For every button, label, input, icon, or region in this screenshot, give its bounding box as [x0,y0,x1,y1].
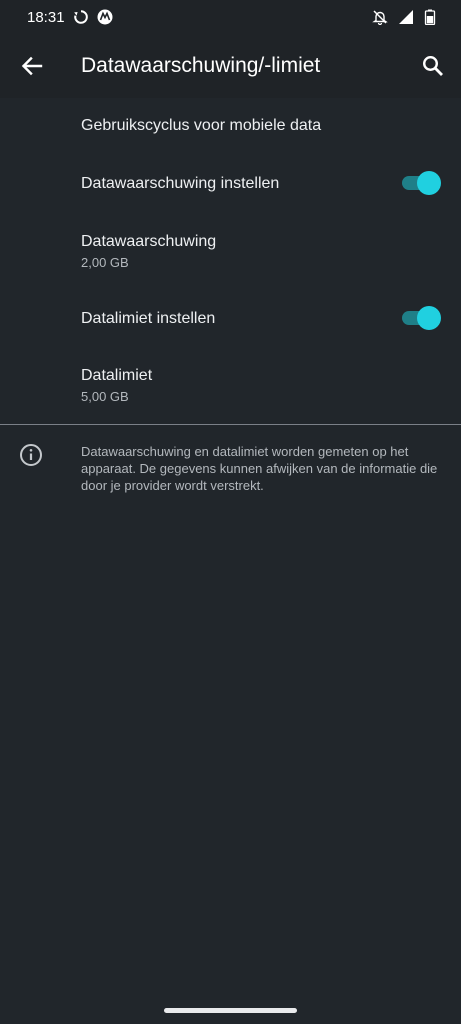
page-title: Datawaarschuwing/-limiet [81,54,321,77]
status-bar: 18:31 [0,0,461,36]
data-limit-value: 5,00 GB [81,389,129,404]
set-data-warning-row[interactable]: Datawaarschuwing instellen [0,156,461,214]
toggle-thumb [417,171,441,195]
app-bar: Datawaarschuwing/-limiet [0,36,461,98]
set-data-limit-title: Datalimiet instellen [81,310,216,327]
data-limit-title: Datalimiet [81,367,153,384]
notifications-off-icon [372,10,388,25]
data-warning-title: Datawaarschuwing [81,233,217,250]
search-icon[interactable] [419,52,447,80]
battery-icon [424,9,436,25]
info-icon [20,444,42,466]
data-warning-toggle[interactable] [402,170,441,196]
set-data-limit-row[interactable]: Datalimiet instellen [0,290,461,348]
screen: 18:31 Datawaarschuwing/-limiet Gebruiksc… [0,0,461,1024]
arrow-back-icon[interactable] [18,52,46,80]
usage-cycle-title: Gebruikscyclus voor mobiele data [81,117,322,134]
home-indicator[interactable] [164,1008,297,1013]
data-warning-value: 2,00 GB [81,255,129,270]
usage-cycle-row[interactable]: Gebruikscyclus voor mobiele data [0,98,461,156]
data-limit-row[interactable]: Datalimiet 5,00 GB [0,348,461,424]
data-warning-row[interactable]: Datawaarschuwing 2,00 GB [0,214,461,290]
info-text: Datawaarschuwing en datalimiet worden ge… [81,444,438,493]
motorola-logo-icon [97,9,113,25]
set-data-warning-title: Datawaarschuwing instellen [81,175,280,192]
divider [0,424,461,425]
data-limit-toggle[interactable] [402,305,441,331]
toggle-thumb [417,306,441,330]
sync-icon [74,10,88,24]
status-time: 18:31 [27,9,65,26]
cellular-signal-icon [399,10,413,24]
